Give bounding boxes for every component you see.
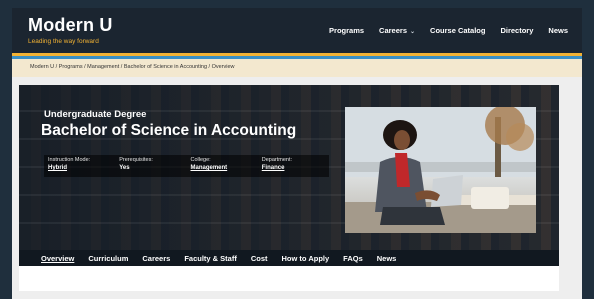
nav-directory[interactable]: Directory (500, 26, 533, 35)
page-content-area (19, 266, 559, 291)
tab-how-to-apply[interactable]: How to Apply (282, 254, 330, 263)
tab-overview[interactable]: Overview (41, 254, 74, 263)
nav-news[interactable]: News (548, 26, 568, 35)
fact-college: College: Management (187, 155, 258, 177)
tab-faqs[interactable]: FAQs (343, 254, 363, 263)
college-link[interactable]: Management (191, 165, 258, 171)
fact-label: College: (190, 157, 211, 163)
fact-label: Department: (261, 157, 293, 163)
fact-label: Prerequisites: (119, 157, 153, 163)
program-tabs: Overview Curriculum Careers Faculty & St… (19, 250, 559, 266)
department-link[interactable]: Finance (262, 165, 329, 171)
tab-news[interactable]: News (377, 254, 397, 263)
site-header: Modern U Leading the way forward Program… (12, 8, 582, 53)
degree-type: Undergraduate Degree (44, 109, 147, 120)
tab-curriculum[interactable]: Curriculum (88, 254, 128, 263)
prerequisites-value: Yes (119, 165, 130, 171)
fact-label: Instruction Mode: (48, 157, 91, 163)
site-logo[interactable]: Modern U (28, 15, 113, 36)
instruction-mode-link[interactable]: Hybrid (48, 165, 115, 171)
breadcrumb[interactable]: Modern U / Programs / Management / Bache… (30, 64, 235, 70)
tab-cost[interactable]: Cost (251, 254, 268, 263)
chevron-down-icon: ⌄ (410, 29, 416, 35)
nav-course-catalog[interactable]: Course Catalog (430, 26, 485, 35)
fact-department: Department: Finance (258, 155, 329, 177)
nav-careers[interactable]: Careers ⌄ (379, 26, 415, 35)
nav-careers-label: Careers (379, 26, 407, 35)
tab-careers[interactable]: Careers (142, 254, 170, 263)
program-title: Bachelor of Science in Accounting (41, 122, 297, 139)
student-laptop-photo (345, 107, 536, 233)
nav-programs[interactable]: Programs (329, 26, 364, 35)
student-illustration (345, 107, 536, 233)
site-tagline: Leading the way forward (28, 38, 99, 45)
fact-instruction-mode: Instruction Mode: Hybrid (44, 155, 115, 177)
main-nav: Programs Careers ⌄ Course Catalog Directo… (329, 26, 568, 35)
program-hero: Undergraduate Degree Bachelor of Science… (19, 85, 559, 250)
fact-prerequisites: Prerequisites: Yes (115, 155, 186, 177)
breadcrumb-bar: Modern U / Programs / Management / Bache… (12, 59, 582, 77)
program-facts: Instruction Mode: Hybrid Prerequisites: … (44, 155, 329, 177)
tab-faculty-staff[interactable]: Faculty & Staff (184, 254, 237, 263)
